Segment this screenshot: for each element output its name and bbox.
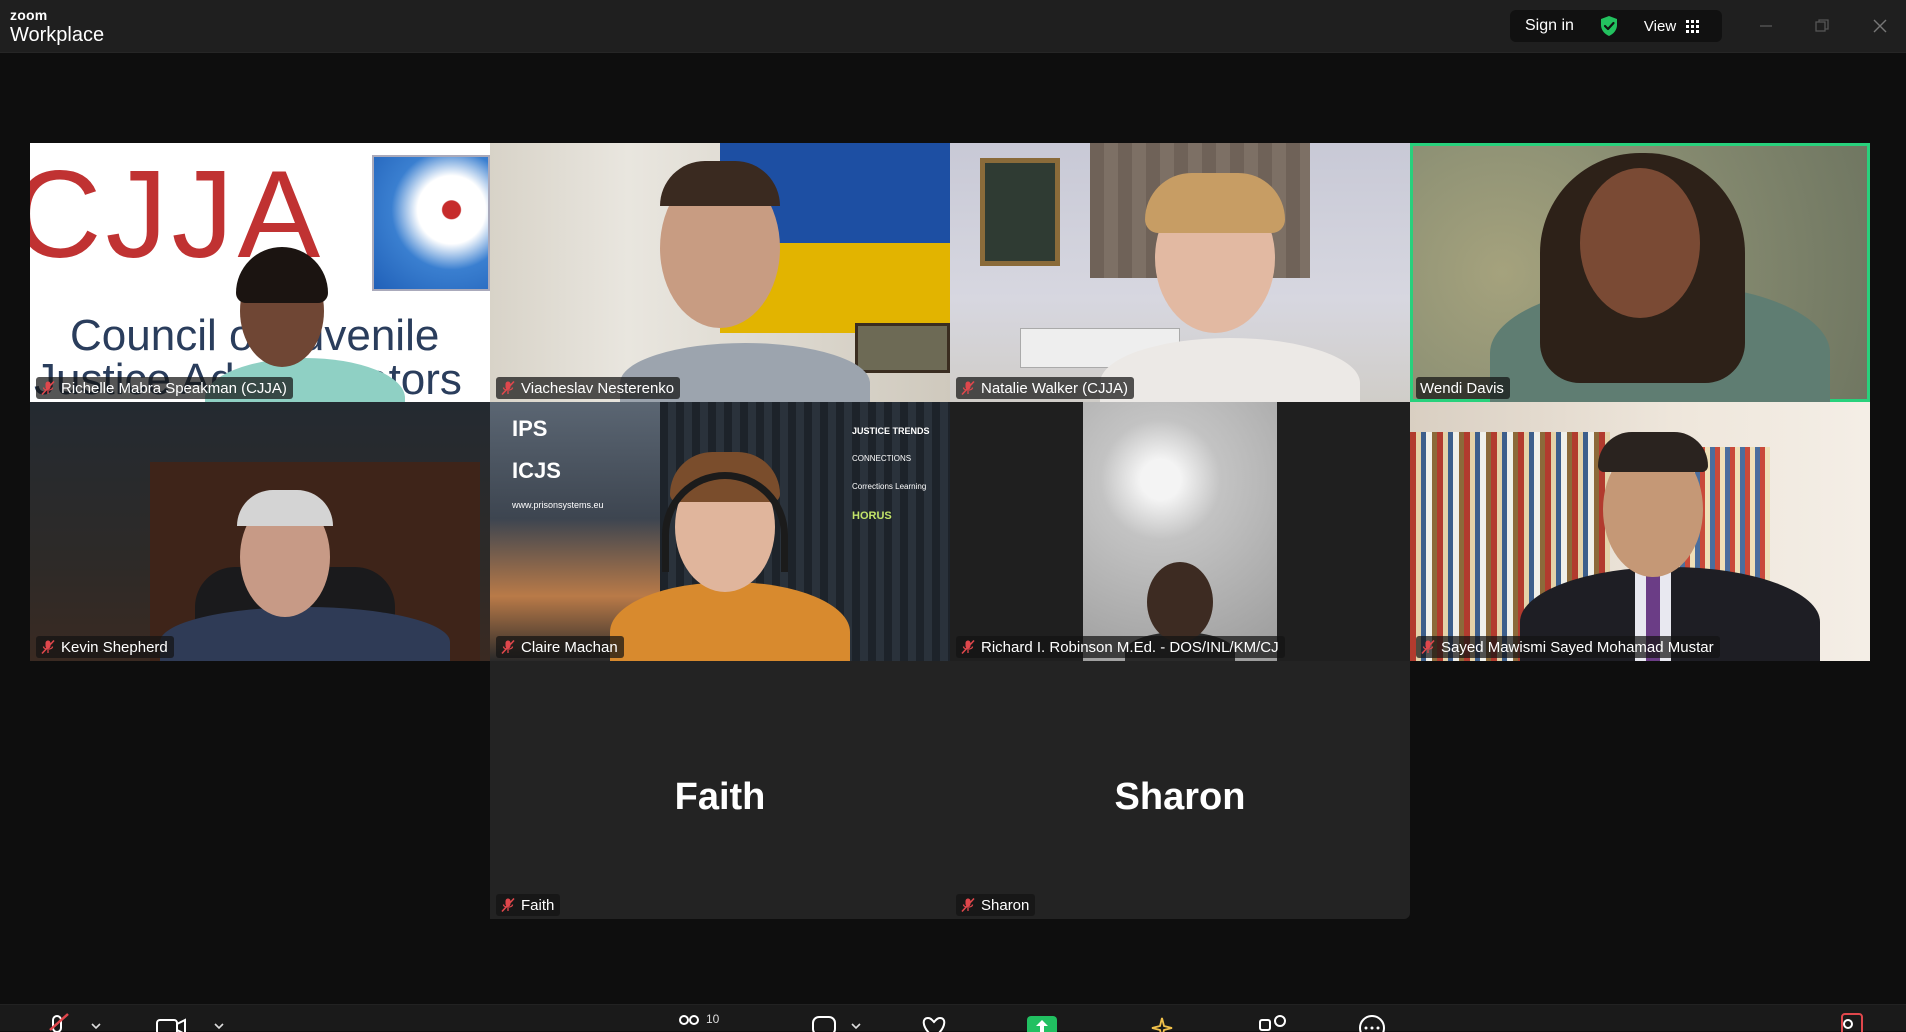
video-tile-richelle[interactable]: CJJA Council of Juvenile Justice Adminis… — [30, 143, 490, 402]
ai-companion-button[interactable] — [1150, 1012, 1186, 1032]
view-label: View — [1643, 17, 1677, 35]
horus-text: HORUS — [852, 510, 892, 522]
chat-button[interactable] — [810, 1012, 870, 1032]
video-tile-sharon[interactable]: Sharon Sharon — [950, 661, 1410, 919]
participant-name: Claire Machan — [521, 638, 618, 656]
participant-name-tag: Viacheslav Nesterenko — [496, 377, 681, 399]
participant-name-tag: Natalie Walker (CJJA) — [956, 377, 1134, 399]
share-screen-icon — [1027, 1016, 1057, 1032]
participants-count: 10 — [706, 1012, 720, 1026]
framed-photo — [855, 323, 950, 373]
participants-icon — [679, 1015, 699, 1025]
participant-name-tag: Richard I. Robinson M.Ed. - DOS/INL/KM/C… — [956, 636, 1285, 658]
muted-mic-icon — [501, 380, 515, 396]
video-tile-sayed[interactable]: Sayed Mawismi Sayed Mohamad Mustar — [1410, 402, 1870, 661]
participant-name: Sayed Mawismi Sayed Mohamad Mustar — [1441, 638, 1714, 656]
apps-icon — [1259, 1015, 1286, 1031]
icjs-brand: ICJS — [512, 458, 561, 483]
participant-name-tag: Kevin Shepherd — [36, 636, 174, 658]
brand-large: Workplace — [10, 24, 105, 46]
wall-painting — [980, 158, 1060, 266]
participant-name-tag: Richelle Mabra Speakman (CJJA) — [36, 377, 293, 399]
video-tile-faith[interactable]: Faith Faith — [490, 661, 950, 919]
website-url: www.prisonsystems.eu — [512, 500, 604, 510]
video-tile-wendi-active-speaker[interactable]: Wendi Davis — [1410, 143, 1870, 402]
cjja-flag-logo — [372, 155, 490, 291]
grid-icon — [1686, 19, 1700, 33]
muted-mic-icon — [961, 897, 975, 913]
muted-mic-icon — [501, 897, 515, 913]
ips-brand: IPS — [512, 416, 548, 441]
video-camera-icon — [156, 1018, 224, 1032]
participant-name-tag: Sharon — [956, 894, 1036, 916]
video-tile-richard[interactable]: Richard I. Robinson M.Ed. - DOS/INL/KM/C… — [950, 402, 1410, 661]
video-tile-viacheslav[interactable]: Viacheslav Nesterenko — [490, 143, 950, 402]
participant-name-tag: Wendi Davis — [1416, 377, 1510, 399]
leave-icon — [1841, 1013, 1863, 1032]
participant-name: Viacheslav Nesterenko — [521, 379, 675, 397]
react-button[interactable] — [920, 1012, 960, 1032]
security-shield-icon[interactable] — [1598, 15, 1620, 37]
participant-name-tag: Sayed Mawismi Sayed Mohamad Mustar — [1416, 636, 1720, 658]
muted-mic-icon — [961, 380, 975, 396]
heart-icon — [922, 1016, 946, 1032]
participant-name: Kevin Shepherd — [61, 638, 168, 656]
app-logo: zoom Workplace — [10, 8, 104, 45]
muted-mic-icon — [41, 380, 55, 396]
more-icon — [1359, 1015, 1385, 1032]
justice-trends-text: JUSTICE TRENDS — [852, 426, 930, 436]
participant-display-name: Sharon — [1114, 776, 1246, 818]
sparkle-icon — [1151, 1017, 1173, 1032]
muted-mic-icon — [961, 639, 975, 655]
view-button[interactable]: View — [1643, 17, 1700, 35]
chat-icon — [812, 1016, 861, 1032]
video-tile-natalie[interactable]: Natalie Walker (CJJA) — [950, 143, 1410, 402]
muted-mic-icon — [41, 639, 55, 655]
minimize-icon[interactable] — [1752, 12, 1780, 40]
muted-mic-icon — [501, 639, 515, 655]
microphone-muted-icon — [49, 1013, 101, 1032]
participant-name: Richard I. Robinson M.Ed. - DOS/INL/KM/C… — [981, 638, 1279, 656]
participant-name-tag: Claire Machan — [496, 636, 624, 658]
participant-name: Richelle Mabra Speakman (CJJA) — [61, 379, 287, 397]
muted-mic-icon — [1421, 639, 1435, 655]
meeting-toolbar: 10 — [0, 1004, 1906, 1032]
video-tile-claire[interactable]: IPS ICJS www.prisonsystems.eu JUSTICE TR… — [490, 402, 950, 661]
brand-small: zoom — [10, 7, 48, 23]
participant-name: Faith — [521, 896, 555, 914]
video-tile-kevin[interactable]: Kevin Shepherd — [30, 402, 490, 661]
participant-display-name: Faith — [674, 776, 766, 818]
connections-text: CONNECTIONS — [852, 454, 912, 463]
mute-audio-button[interactable] — [48, 1012, 108, 1032]
sign-in-button[interactable]: Sign in — [1525, 17, 1574, 35]
apps-button[interactable] — [1258, 1012, 1298, 1032]
close-icon[interactable] — [1866, 12, 1894, 40]
restore-icon[interactable] — [1808, 12, 1836, 40]
participant-name: Natalie Walker (CJJA) — [981, 379, 1128, 397]
leave-button[interactable] — [1836, 1012, 1866, 1032]
start-video-button[interactable] — [155, 1012, 225, 1032]
participants-button[interactable]: 10 — [676, 1012, 756, 1032]
title-bar: zoom Workplace Sign in View — [0, 0, 1906, 53]
participant-name: Sharon — [981, 896, 1030, 914]
titlebar-controls: Sign in View — [1510, 10, 1722, 42]
more-button[interactable] — [1356, 1012, 1392, 1032]
corrections-learning-text: Corrections Learning — [852, 482, 927, 491]
participant-name-tag: Faith — [496, 894, 561, 916]
participant-name: Wendi Davis — [1420, 379, 1504, 397]
share-screen-button[interactable] — [1026, 1012, 1058, 1032]
